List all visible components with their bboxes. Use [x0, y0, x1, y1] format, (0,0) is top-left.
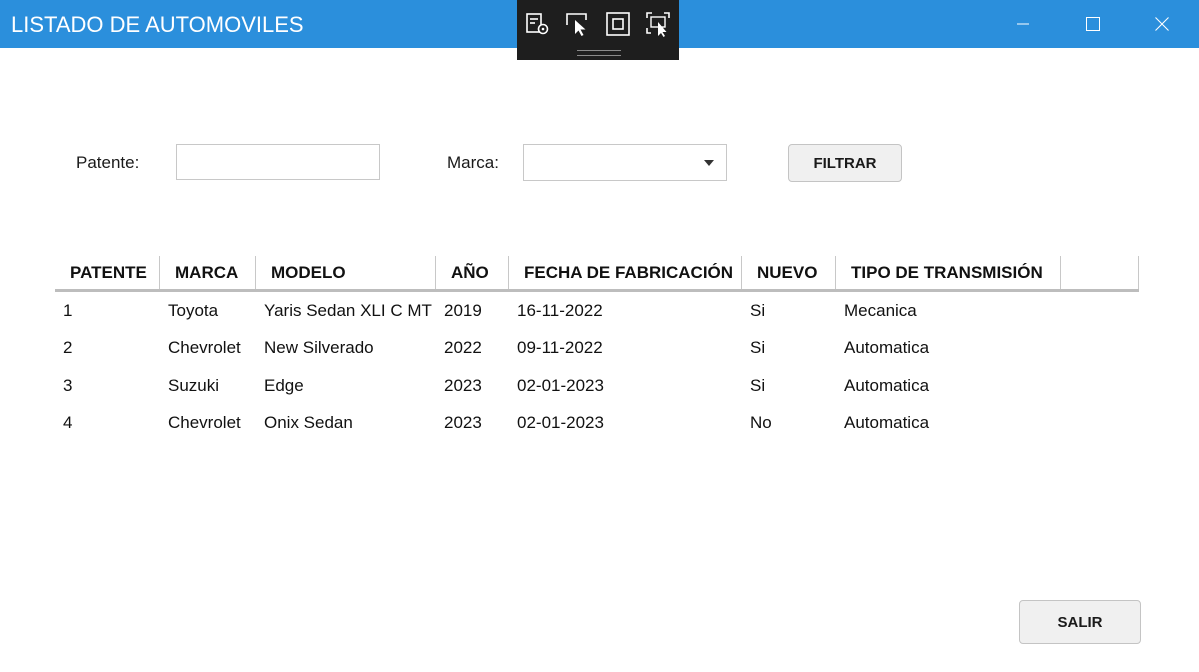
cars-grid[interactable]: PATENTE MARCA MODELO AÑO FECHA DE FABRIC…	[55, 256, 1139, 442]
cell-patente: 1	[63, 300, 73, 320]
exit-button[interactable]: SALIR	[1019, 600, 1141, 644]
display-layout-adorners-icon	[605, 11, 631, 42]
live-visual-tree-button[interactable]	[523, 12, 551, 40]
cell-fecha-fabricacion: 09-11-2022	[517, 338, 603, 358]
maximize-button[interactable]	[1059, 0, 1127, 48]
cell-anio: 2023	[444, 375, 482, 395]
window-title: LISTADO DE AUTOMOVILES	[11, 12, 304, 37]
cell-nuevo: No	[750, 413, 772, 433]
toolbar-grip[interactable]	[577, 50, 621, 56]
close-button[interactable]	[1128, 0, 1196, 48]
cell-tipo-transmision: Automatica	[844, 413, 930, 433]
table-row[interactable]: 3 Suzuki Edge 2023 02-01-2023 Si Automat…	[55, 367, 1139, 405]
column-header-anio[interactable]: AÑO	[436, 256, 509, 289]
column-header-filler	[1061, 256, 1139, 289]
cell-marca: Toyota	[168, 300, 219, 320]
cell-anio: 2022	[444, 338, 482, 358]
patente-label: Patente:	[76, 153, 140, 172]
column-header-fecha-fabricacion[interactable]: FECHA DE FABRICACIÓN	[509, 256, 742, 289]
minimize-icon	[1016, 17, 1030, 31]
table-row[interactable]: 4 Chevrolet Onix Sedan 2023 02-01-2023 N…	[55, 405, 1139, 443]
chevron-down-icon	[704, 160, 714, 166]
marca-label: Marca:	[447, 153, 499, 172]
track-focused-element-icon	[645, 11, 671, 42]
cell-patente: 2	[63, 338, 73, 358]
column-header-nuevo[interactable]: NUEVO	[742, 256, 836, 289]
cell-anio: 2023	[444, 413, 482, 433]
minimize-button[interactable]	[989, 0, 1057, 48]
cell-fecha-fabricacion: 16-11-2022	[517, 300, 603, 320]
marca-combobox[interactable]	[523, 144, 727, 181]
column-header-tipo-transmision[interactable]: TIPO DE TRANSMISIÓN	[836, 256, 1061, 289]
close-icon	[1155, 17, 1169, 31]
cell-marca: Chevrolet	[168, 338, 241, 358]
maximize-icon	[1086, 17, 1100, 31]
track-focused-element-button[interactable]	[644, 11, 672, 42]
filter-button[interactable]: FILTRAR	[788, 144, 902, 182]
table-row[interactable]: 1 Toyota Yaris Sedan XLI C MT 2019 16-11…	[55, 292, 1139, 330]
column-header-modelo[interactable]: MODELO	[256, 256, 436, 289]
display-layout-adorners-button[interactable]	[604, 11, 632, 42]
cell-anio: 2019	[444, 300, 482, 320]
cell-nuevo: Si	[750, 338, 766, 358]
cell-modelo: Yaris Sedan XLI C MT	[264, 300, 432, 320]
cell-patente: 3	[63, 375, 73, 395]
select-element-icon	[564, 11, 590, 42]
cell-marca: Suzuki	[168, 375, 220, 395]
cell-tipo-transmision: Automatica	[844, 338, 930, 358]
patente-input[interactable]	[176, 144, 380, 180]
select-element-button[interactable]	[563, 12, 591, 40]
live-visual-tree-icon	[524, 11, 550, 42]
cell-marca: Chevrolet	[168, 413, 241, 433]
cell-nuevo: Si	[750, 300, 766, 320]
cell-tipo-transmision: Automatica	[844, 375, 930, 395]
debug-toolbar	[517, 0, 679, 60]
cell-tipo-transmision: Mecanica	[844, 300, 917, 320]
column-header-marca[interactable]: MARCA	[160, 256, 256, 289]
cell-nuevo: Si	[750, 375, 766, 395]
column-header-patente[interactable]: PATENTE	[55, 256, 160, 289]
table-row[interactable]: 2 Chevrolet New Silverado 2022 09-11-202…	[55, 330, 1139, 368]
cell-fecha-fabricacion: 02-01-2023	[517, 375, 604, 395]
cell-patente: 4	[63, 413, 73, 433]
main-window: LISTADO DE AUTOMOVILES Patente: Marca: F…	[0, 0, 1199, 672]
cell-modelo: New Silverado	[264, 338, 374, 358]
grid-header: PATENTE MARCA MODELO AÑO FECHA DE FABRIC…	[55, 256, 1139, 292]
cell-fecha-fabricacion: 02-01-2023	[517, 413, 604, 433]
cell-modelo: Edge	[264, 375, 304, 395]
cell-modelo: Onix Sedan	[264, 413, 353, 433]
